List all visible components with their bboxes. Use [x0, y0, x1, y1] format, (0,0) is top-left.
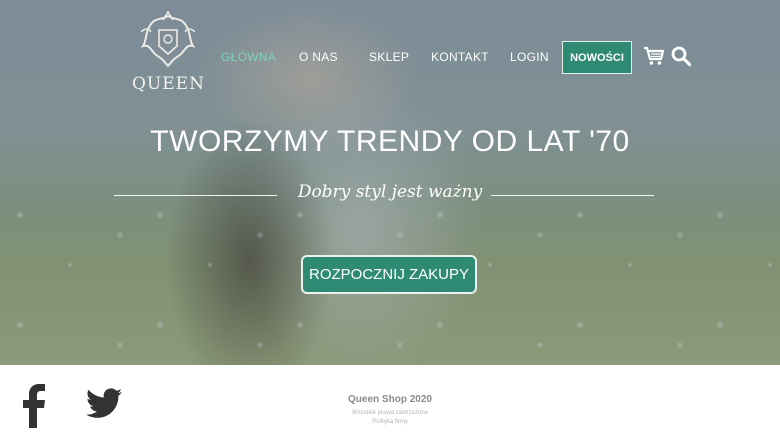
- hero-tagline: Dobry styl jest ważny: [297, 182, 483, 202]
- top-navigation: QUEEN GŁÓWNA O NAS SKLEP KONTAKT LOGIN N…: [0, 0, 780, 110]
- nav-item-shop[interactable]: SKLEP: [369, 50, 409, 64]
- search-icon[interactable]: [670, 45, 692, 67]
- start-shopping-button[interactable]: ROZPOCZNIJ ZAKUPY: [301, 255, 477, 294]
- divider-right: [491, 195, 654, 196]
- twitter-icon[interactable]: [86, 388, 122, 424]
- crest-icon: [140, 10, 196, 68]
- divider-left: [114, 195, 277, 196]
- nav-item-contact[interactable]: KONTAKT: [431, 50, 489, 64]
- new-arrivals-button[interactable]: NOWOŚCI: [562, 41, 632, 74]
- nav-item-home[interactable]: GŁÓWNA: [221, 50, 276, 64]
- cart-icon[interactable]: [643, 45, 665, 67]
- queen-logo[interactable]: QUEEN: [132, 10, 204, 100]
- nav-item-login[interactable]: LOGIN: [510, 50, 549, 64]
- hero-headline: TWORZYMY TRENDY OD LAT '70: [150, 125, 630, 158]
- nav-item-about[interactable]: O NAS: [299, 50, 338, 64]
- facebook-icon[interactable]: [22, 384, 46, 432]
- logo-text: QUEEN: [132, 74, 205, 94]
